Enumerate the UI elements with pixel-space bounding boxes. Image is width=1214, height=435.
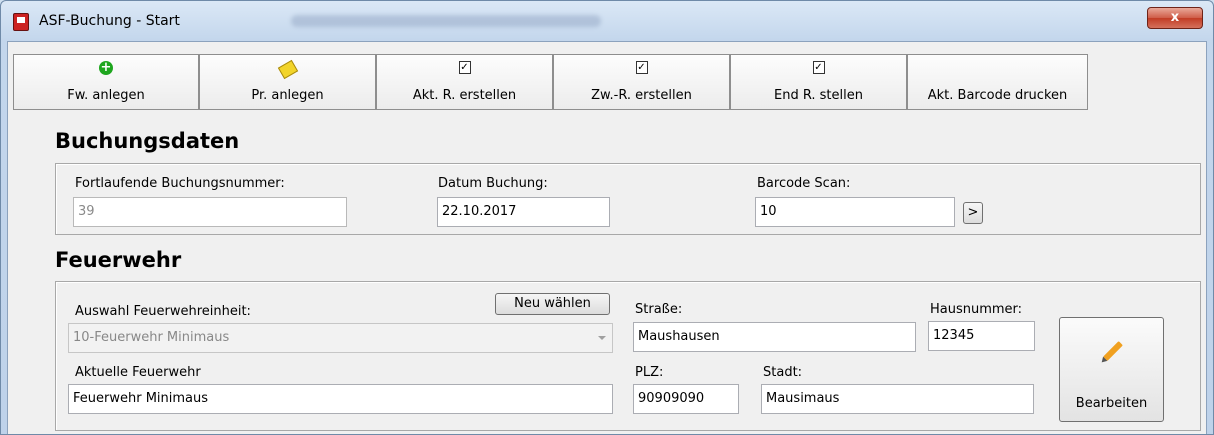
checkbox-icon: ✓ (458, 61, 471, 74)
plus-circle-icon: + (99, 60, 113, 75)
stadt-label: Stadt: (763, 365, 803, 380)
stadt-field[interactable]: Mausimaus (761, 384, 1034, 414)
buchungsnummer-label: Fortlaufende Buchungsnummer: (75, 176, 285, 191)
app-window: ASF-Buchung - Start x + Fw. anlegen Pr. … (0, 0, 1214, 435)
datum-field[interactable]: 22.10.2017 (437, 197, 610, 227)
blurred-title-text (291, 15, 601, 27)
button-label: End R. stellen (773, 88, 863, 103)
plz-label: PLZ: (635, 365, 664, 380)
button-label: Pr. anlegen (251, 88, 324, 103)
auswahl-label: Auswahl Feuerwehreinheit: (75, 304, 251, 319)
dropdown-value: 10-Feuerwehr Minimaus (73, 330, 230, 345)
aktuelle-feuerwehr-label: Aktuelle Feuerwehr (75, 365, 201, 380)
akt-r-erstellen-button[interactable]: ✓ Akt. R. erstellen (376, 54, 553, 110)
button-label: Fw. anlegen (67, 88, 145, 103)
note-icon (277, 59, 298, 80)
section-title-buchungsdaten: Buchungsdaten (55, 129, 240, 153)
title-bar[interactable]: ASF-Buchung - Start x (1, 1, 1213, 43)
pr-anlegen-button[interactable]: Pr. anlegen (199, 54, 376, 110)
hausnummer-label: Hausnummer: (930, 302, 1023, 317)
button-label: Zw.-R. erstellen (591, 88, 692, 103)
app-icon (13, 13, 29, 31)
bearbeiten-button[interactable]: Bearbeiten (1059, 317, 1164, 422)
checkbox-icon: ✓ (812, 61, 825, 74)
barcode-scan-field[interactable]: 10 (755, 197, 955, 227)
strasse-label: Straße: (635, 302, 683, 317)
chevron-down-icon (598, 336, 606, 340)
akt-barcode-drucken-button[interactable]: Akt. Barcode drucken (907, 54, 1088, 110)
aktuelle-feuerwehr-field[interactable]: Feuerwehr Minimaus (68, 384, 613, 414)
window-title: ASF-Buchung - Start (39, 13, 180, 29)
feuerwehreinheit-dropdown[interactable]: 10-Feuerwehr Minimaus (68, 323, 613, 353)
button-label: Akt. Barcode drucken (927, 88, 1068, 103)
buchungsnummer-field[interactable]: 39 (73, 197, 347, 227)
section-title-feuerwehr: Feuerwehr (55, 248, 182, 272)
button-label: Akt. R. erstellen (412, 88, 517, 103)
close-button[interactable]: x (1147, 7, 1203, 29)
button-label: Bearbeiten (1075, 396, 1148, 411)
datum-label: Datum Buchung: (438, 176, 548, 191)
neu-waehlen-button[interactable]: Neu wählen (495, 293, 610, 315)
fw-anlegen-button[interactable]: + Fw. anlegen (13, 54, 199, 110)
zw-r-erstellen-button[interactable]: ✓ Zw.-R. erstellen (553, 54, 730, 110)
barcode-label: Barcode Scan: (757, 176, 851, 191)
plz-field[interactable]: 90909090 (633, 384, 739, 414)
barcode-go-button[interactable]: > (963, 202, 983, 224)
strasse-field[interactable]: Maushausen (633, 322, 916, 352)
checkbox-icon: ✓ (635, 61, 648, 74)
hausnummer-field[interactable]: 12345 (928, 321, 1035, 351)
pencil-icon (1103, 341, 1123, 361)
end-r-stellen-button[interactable]: ✓ End R. stellen (730, 54, 907, 110)
